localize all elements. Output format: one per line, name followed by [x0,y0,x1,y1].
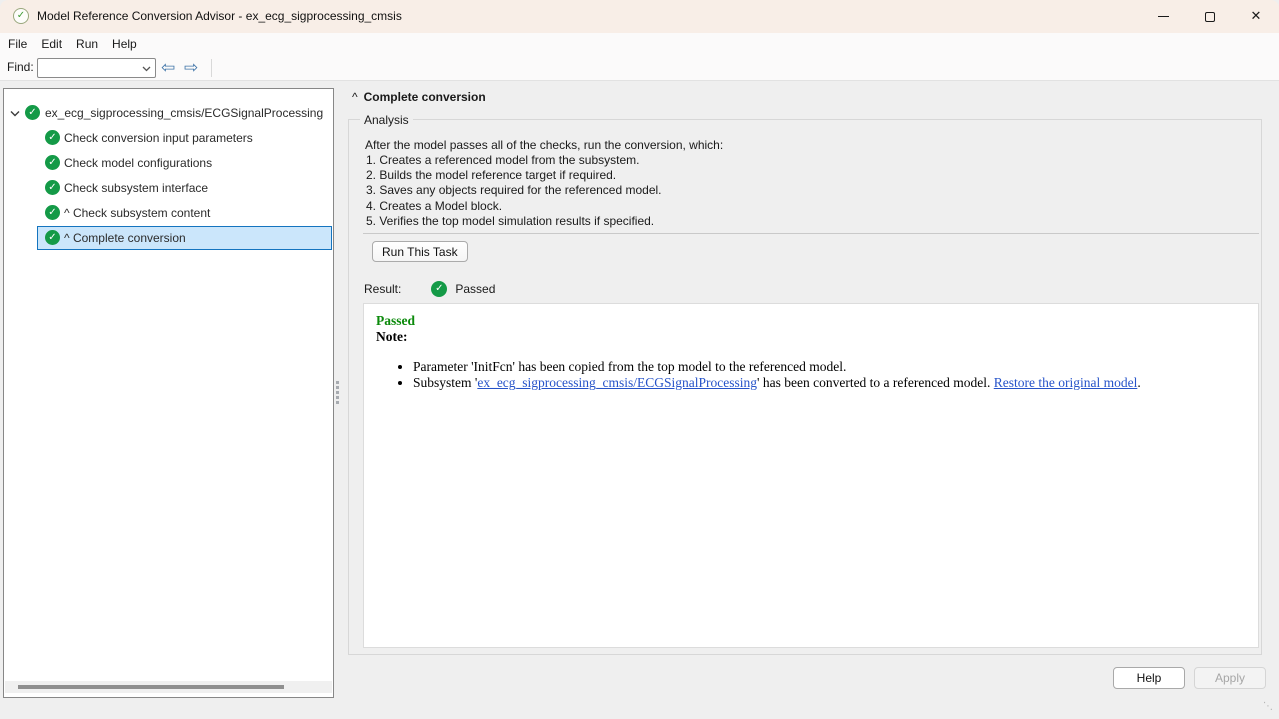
result-value: Passed [455,282,495,296]
menu-help[interactable]: Help [105,33,144,55]
analysis-step: Creates a referenced model from the subs… [366,153,662,168]
analysis-step: Creates a Model block. [366,199,662,214]
task-collapse-caret[interactable]: ^ [352,90,358,104]
note-text: Parameter 'InitFcn' has been copied from… [413,359,846,374]
report-note-item: Subsystem 'ex_ecg_sigprocessing_cmsis/EC… [413,375,1246,391]
find-toolbar: Find: ⇦ ⇨ [0,55,1279,81]
help-button[interactable]: Help [1113,667,1185,689]
analysis-steps-list: Creates a referenced model from the subs… [366,153,662,229]
restore-original-model-link[interactable]: Restore the original model [994,375,1138,390]
analysis-step: Builds the model reference target if req… [366,168,662,183]
check-passed-icon [45,180,60,195]
check-passed-icon [45,155,60,170]
find-back-arrow[interactable]: ⇦ [161,56,175,80]
scrollbar-thumb[interactable] [18,685,284,689]
tree-item-label: ^ Complete conversion [64,227,186,252]
analysis-intro-text: After the model passes all of the checks… [365,138,723,153]
check-passed-icon [45,230,60,245]
tree-item-check-model-configurations[interactable]: Check model configurations [4,151,332,176]
analysis-step: Verifies the top model simulation result… [366,214,662,229]
panel-splitter-handle[interactable] [335,381,340,407]
report-status-passed: Passed [376,313,1246,329]
tree-item-check-input-parameters[interactable]: Check conversion input parameters [4,126,332,151]
menu-edit[interactable]: Edit [34,33,69,55]
app-check-icon: ✓ [13,8,29,24]
menu-bar: File Edit Run Help [0,33,1279,55]
result-label: Result: [364,282,401,296]
check-passed-icon [45,205,60,220]
result-passed-icon [431,281,447,297]
find-input[interactable] [39,60,141,76]
tree-item-label: ^ Check subsystem content [64,201,210,226]
tree-horizontal-scrollbar[interactable] [5,681,332,693]
close-button[interactable]: ✕ [1233,0,1279,33]
maximize-button[interactable] [1187,0,1233,33]
chevron-down-icon[interactable] [142,66,151,72]
tree-item-label: Check model configurations [64,151,212,176]
check-passed-icon [45,130,60,145]
report-note-label: Note: [376,329,1246,345]
note-text: Subsystem ' [413,375,477,390]
find-label: Find: [7,55,34,80]
menu-file[interactable]: File [1,33,34,55]
task-title: Complete conversion [364,90,486,104]
window-title: Model Reference Conversion Advisor - ex_… [37,0,402,33]
minimize-icon [1158,16,1169,17]
check-tree-panel: ex_ecg_sigprocessing_cmsis/ECGSignalProc… [3,88,334,698]
titlebar: ✓ Model Reference Conversion Advisor - e… [0,0,1279,33]
tree-item-complete-conversion-selected[interactable]: ^ Complete conversion [37,226,332,250]
menu-run[interactable]: Run [69,33,105,55]
analysis-step: Saves any objects required for the refer… [366,183,662,198]
find-forward-arrow[interactable]: ⇨ [184,56,198,80]
analysis-separator [363,233,1259,234]
toolbar-separator [211,59,212,77]
note-text: . [1137,375,1140,390]
report-note-item: Parameter 'InitFcn' has been copied from… [413,359,1246,375]
report-notes-list: Parameter 'InitFcn' has been copied from… [376,359,1246,391]
window-resize-grip[interactable]: ⋱ [1263,701,1273,712]
apply-button[interactable]: Apply [1194,667,1266,689]
note-text: ' has been converted to a referenced mod… [757,375,994,390]
close-icon: ✕ [1251,9,1262,24]
tree-item-check-subsystem-interface[interactable]: Check subsystem interface [4,176,332,201]
tree-item-check-subsystem-content[interactable]: ^ Check subsystem content [4,201,332,226]
check-passed-icon [25,105,40,120]
task-header: ^ Complete conversion [352,90,486,104]
tree-item-label: ex_ecg_sigprocessing_cmsis/ECGSignalProc… [45,101,323,126]
run-this-task-button[interactable]: Run This Task [372,241,468,262]
tree-item-label: Check subsystem interface [64,176,208,201]
minimize-button[interactable] [1140,0,1186,33]
find-combobox[interactable] [37,58,156,78]
tree-expander-icon[interactable] [10,110,20,117]
result-row: Result: Passed [364,280,495,297]
analysis-legend: Analysis [360,113,413,127]
maximize-icon [1205,12,1215,22]
subsystem-link[interactable]: ex_ecg_sigprocessing_cmsis/ECGSignalProc… [477,375,757,390]
tree-item-root[interactable]: ex_ecg_sigprocessing_cmsis/ECGSignalProc… [4,101,332,126]
result-report-box: Passed Note: Parameter 'InitFcn' has bee… [363,303,1259,648]
tree-item-label: Check conversion input parameters [64,126,253,151]
